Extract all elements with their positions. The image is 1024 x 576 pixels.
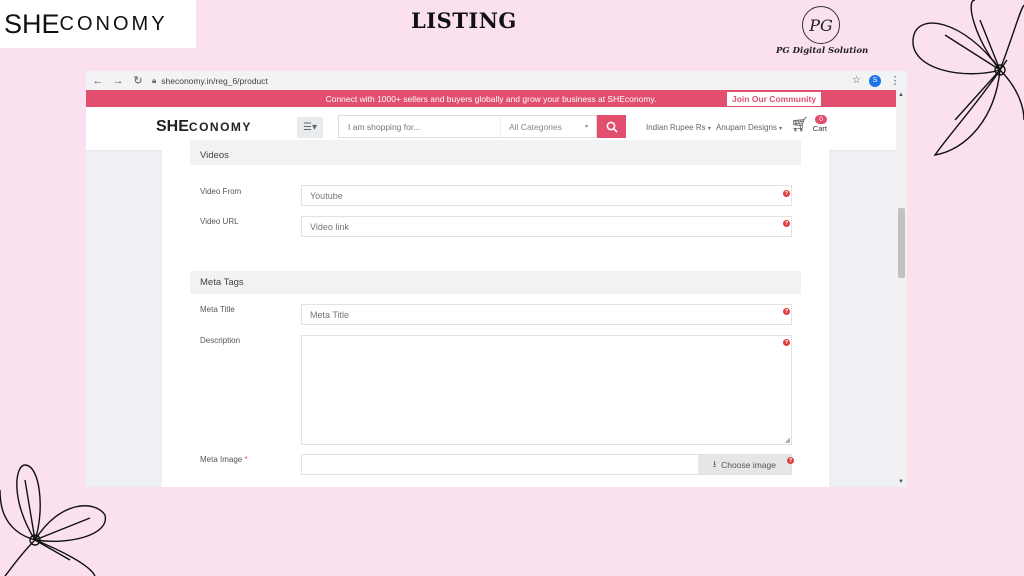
resize-handle-icon[interactable]: ◢ (785, 436, 790, 444)
required-asterisk: * (244, 455, 248, 464)
description-textarea[interactable]: ◢ (301, 335, 792, 445)
cart-count-badge: 0 (815, 115, 827, 124)
pg-company-name: PG Digital Solution (776, 46, 869, 56)
description-label: Description (200, 336, 241, 345)
search-input[interactable] (339, 116, 500, 137)
slide-sheconomy-logo: SHE conomy (0, 0, 196, 48)
profile-avatar[interactable]: S (869, 74, 881, 87)
meta-image-label-text: Meta Image (200, 455, 243, 464)
choose-image-button[interactable]: ⭳ Choose image (698, 455, 791, 474)
category-menu-button[interactable]: ☰▾ (297, 117, 323, 138)
slide-logo-she: SHE (4, 8, 60, 39)
site-logo[interactable]: SHE conomy (156, 118, 252, 136)
search-button[interactable] (597, 115, 626, 138)
reload-icon[interactable]: ↻ (132, 74, 144, 87)
chevron-down-icon: ▾ (779, 126, 783, 132)
chevron-down-icon: ▾ (707, 126, 711, 132)
videos-heading: Videos (200, 150, 229, 161)
browser-toolbar: ← → ↻ 🔒︎ sheconomy.in/reg_6/product ☆ S … (86, 71, 907, 90)
browser-window: ← → ↻ 🔒︎ sheconomy.in/reg_6/product ☆ S … (86, 71, 907, 487)
category-select-label: All Categories (509, 121, 562, 132)
pg-logo-mark: PG (802, 6, 840, 44)
slide-logo-conomy: conomy (59, 12, 168, 35)
scroll-thumb[interactable] (898, 208, 905, 278)
help-icon[interactable]: ? (783, 220, 790, 227)
site-logo-she: SHE (156, 118, 189, 135)
lock-icon: 🔒︎ (152, 75, 157, 85)
chevron-down-icon: ▾ (584, 124, 588, 130)
cart-icon: 🛒︎ (791, 116, 809, 132)
flower-top-right-icon (912, 0, 1024, 156)
address-bar[interactable]: 🔒︎ sheconomy.in/reg_6/product (152, 74, 844, 88)
site-logo-conomy: conomy (188, 120, 252, 134)
video-url-input[interactable]: Video link (301, 216, 792, 237)
product-form: Videos Video From Youtube ? Video URL Vi… (162, 140, 829, 487)
scroll-down-arrow-icon[interactable]: ▼ (898, 479, 904, 485)
video-from-select[interactable]: Youtube (301, 185, 792, 206)
search-icon (606, 121, 618, 133)
upload-icon: ⭳ (713, 458, 717, 469)
video-from-label: Video From (200, 187, 242, 196)
hamburger-icon: ☰▾ (303, 122, 317, 133)
page-scrollbar[interactable]: ▲ ▼ (896, 90, 907, 487)
browser-menu-icon[interactable]: ⋮ (889, 74, 901, 87)
slide-title: LISTING (411, 8, 517, 33)
help-icon[interactable]: ? (783, 190, 790, 197)
scroll-up-arrow-icon[interactable]: ▲ (898, 92, 904, 98)
meta-image-file-input[interactable]: ⭳ Choose image (301, 454, 792, 475)
search-bar: All Categories ▾ (338, 115, 597, 138)
promo-banner: Connect with 1000+ sellers and buyers gl… (86, 90, 896, 107)
meta-title-label: Meta Title (200, 305, 235, 314)
bookmark-star-icon[interactable]: ☆ (852, 75, 861, 86)
video-url-placeholder: Video link (310, 221, 349, 232)
meta-image-label: Meta Image * (200, 455, 248, 464)
choose-image-label: Choose image (721, 459, 776, 470)
help-icon[interactable]: ? (783, 308, 790, 315)
meta-title-input[interactable]: Meta Title (301, 304, 792, 325)
pg-digital-logo: PG PG Digital Solution (776, 6, 869, 58)
address-url: sheconomy.in/reg_6/product (161, 75, 268, 86)
promo-text: Connect with 1000+ sellers and buyers gl… (325, 93, 657, 104)
back-arrow-icon[interactable]: ← (92, 75, 104, 87)
meta-tags-heading: Meta Tags (200, 277, 244, 288)
web-page: Connect with 1000+ sellers and buyers gl… (86, 90, 896, 487)
account-dropdown[interactable]: Anupam Designs ▾ (716, 123, 782, 132)
help-icon[interactable]: ? (783, 339, 790, 346)
meta-tags-section-header: Meta Tags (190, 271, 801, 294)
video-from-value: Youtube (310, 190, 343, 201)
category-select[interactable]: All Categories ▾ (500, 116, 596, 137)
cart-label: Cart (812, 124, 827, 133)
videos-section-header: Videos (190, 140, 801, 165)
forward-arrow-icon[interactable]: → (112, 75, 124, 87)
currency-dropdown[interactable]: Indian Rupee Rs ▾ (646, 123, 711, 132)
meta-title-placeholder: Meta Title (310, 309, 350, 320)
currency-label: Indian Rupee Rs (646, 123, 706, 132)
account-label: Anupam Designs (716, 123, 777, 132)
video-url-label: Video URL (200, 217, 239, 226)
cart-button[interactable]: 🛒︎ 0 Cart (791, 115, 827, 133)
help-icon[interactable]: ? (787, 457, 794, 464)
join-community-button[interactable]: Join Our Community (727, 92, 822, 106)
